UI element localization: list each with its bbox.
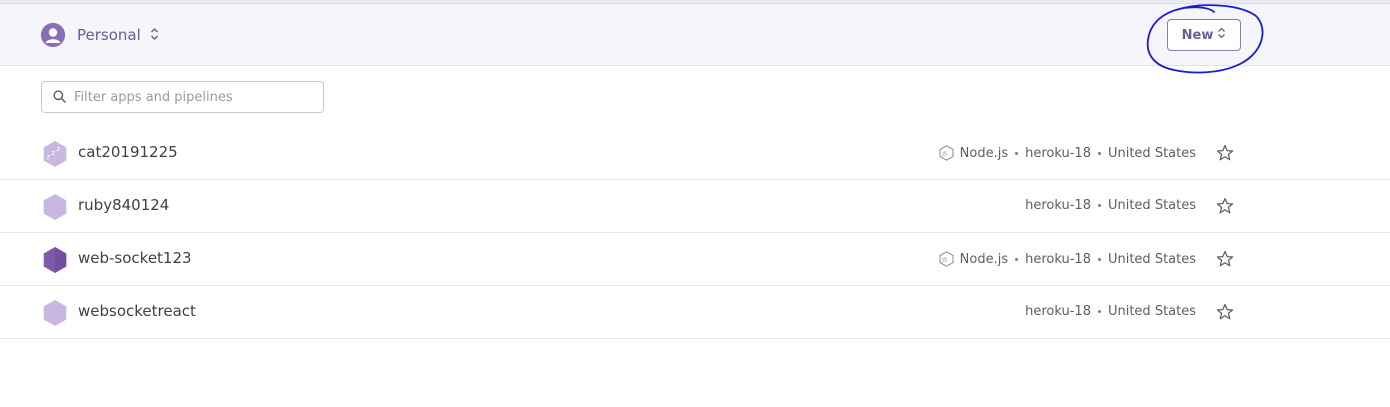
app-region: United States (1107, 304, 1196, 319)
app-hexagon-icon (41, 193, 69, 221)
account-name: Personal (77, 26, 141, 44)
separator-dot (1097, 310, 1101, 313)
app-region: United States (1107, 251, 1196, 267)
app-name[interactable]: websocketreact (78, 302, 196, 320)
sleeping-app-icon: z z z (41, 140, 69, 168)
favorite-star-icon[interactable] (1215, 196, 1235, 216)
app-name[interactable]: web-socket123 (78, 249, 192, 267)
nodejs-icon: JS (939, 145, 954, 161)
new-button-label: New (1181, 27, 1214, 43)
favorite-star-icon[interactable] (1215, 249, 1235, 269)
separator-dot (1015, 257, 1019, 261)
svg-text:z: z (57, 145, 61, 153)
app-list: z z z cat20191225 JS Node.js heroku-18 U… (0, 127, 1390, 339)
app-meta: JS Node.js heroku-18 United States (939, 145, 1196, 161)
account-switcher[interactable]: Personal (41, 23, 159, 47)
app-meta: heroku-18 United States (1025, 198, 1196, 213)
app-name[interactable]: ruby840124 (78, 196, 169, 214)
app-row[interactable]: websocketreact heroku-18 United States (0, 286, 1390, 339)
svg-text:z: z (47, 153, 51, 161)
favorite-star-icon[interactable] (1215, 143, 1235, 163)
app-meta: heroku-18 United States (1025, 304, 1196, 319)
app-row[interactable]: ruby840124 heroku-18 United States (0, 180, 1390, 233)
app-name[interactable]: cat20191225 (78, 143, 178, 161)
app-meta: JS Node.js heroku-18 United States (939, 251, 1196, 267)
nodejs-icon: JS (939, 251, 954, 267)
app-header: Personal New (0, 4, 1390, 66)
app-row[interactable]: z z z cat20191225 JS Node.js heroku-18 U… (0, 127, 1390, 180)
app-language: Node.js (959, 145, 1009, 161)
chevron-up-down-icon (1217, 27, 1226, 43)
separator-dot (1015, 151, 1019, 155)
app-stack: heroku-18 (1025, 198, 1091, 213)
app-hexagon-icon (41, 299, 69, 327)
app-stack: heroku-18 (1025, 145, 1091, 161)
filter-apps-input[interactable] (72, 88, 312, 106)
app-stack: heroku-18 (1025, 251, 1091, 267)
svg-text:z: z (52, 149, 56, 157)
favorite-star-icon[interactable] (1215, 302, 1235, 322)
app-region: United States (1107, 198, 1196, 213)
new-button[interactable]: New (1167, 19, 1241, 51)
app-language: Node.js (959, 251, 1009, 267)
user-avatar-icon (41, 23, 65, 47)
app-region: United States (1107, 145, 1196, 161)
app-stack: heroku-18 (1025, 304, 1091, 319)
svg-text:JS: JS (941, 152, 948, 158)
separator-dot (1097, 151, 1101, 155)
filter-apps-field[interactable] (41, 81, 324, 113)
separator-dot (1097, 204, 1101, 207)
svg-text:JS: JS (941, 258, 948, 264)
separator-dot (1097, 257, 1101, 261)
app-hexagon-icon (41, 246, 69, 274)
chevron-up-down-icon (150, 26, 159, 45)
search-icon (53, 88, 66, 107)
app-row[interactable]: web-socket123 JS Node.js heroku-18 Unite… (0, 233, 1390, 286)
